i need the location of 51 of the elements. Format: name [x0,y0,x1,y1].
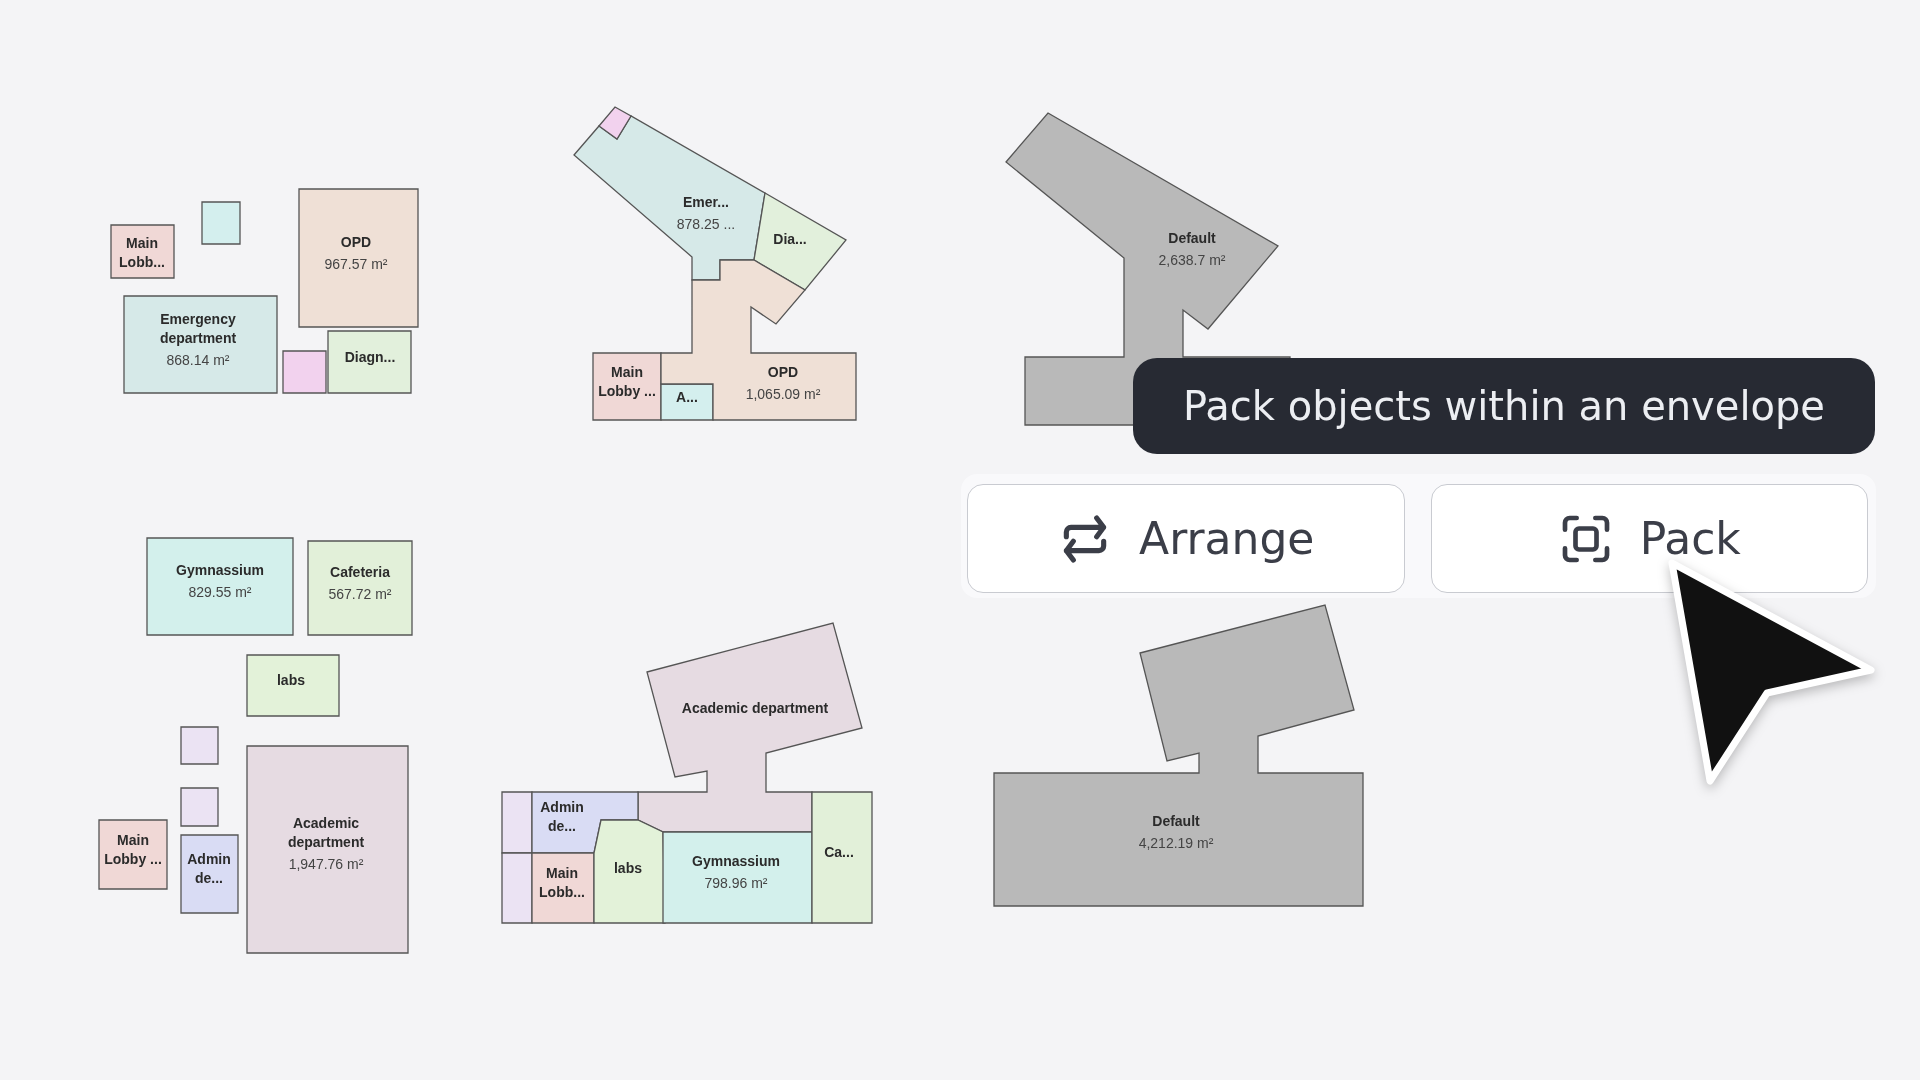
room-shape[interactable] [662,831,813,924]
room-label: labs [277,672,305,688]
room-shape[interactable] [660,383,714,421]
room-area: 798.96 m² [704,875,768,891]
room-label: Diagn... [344,349,396,365]
pack-button[interactable]: Pack [1430,484,1868,593]
room-label: Main Lobb... [539,865,585,900]
room-label: Gymnassium [176,562,264,578]
room-shape[interactable] [307,540,413,636]
room-label: OPD [767,364,799,380]
room-label: Dia... [773,231,807,247]
room-shape[interactable] [531,852,595,924]
room-shape[interactable] [146,537,294,636]
room-label: Main Lobby ... [598,364,656,399]
room-label: Main Lobby ... [104,832,162,867]
room-area: 967.57 m² [324,256,388,272]
room-area: 1,065.09 m² [745,386,821,402]
room-label: Main Lobb... [119,235,165,270]
room-shape[interactable] [592,352,662,421]
room-shape[interactable] [327,330,412,394]
room-shape[interactable] [531,791,639,854]
room-label: Cafeteria [330,564,390,580]
room-area: 4,212.19 m² [1138,835,1214,851]
room-label: A... [676,389,698,405]
arrange-button[interactable]: Arrange [967,484,1405,593]
tooltip: Pack objects within an envelope [1133,358,1875,454]
room-label: OPD [340,234,372,250]
room-shape[interactable] [123,295,278,394]
room-shape[interactable] [598,106,632,140]
room-shape[interactable] [110,224,175,279]
room-label: Academic department [287,815,365,850]
room-label: Emer... [683,194,729,210]
room-shape[interactable] [180,834,239,914]
room-label: Gymnassium [692,853,780,869]
room-shape[interactable] [98,819,168,890]
room-label: Admin de... [540,799,584,834]
room-label: Ca... [824,844,854,860]
room-label: labs [614,860,642,876]
room-label: Emergency department [159,311,237,346]
room-shape[interactable] [637,622,863,833]
room-area: 1,947.76 m² [288,856,364,872]
room-area: 2,638.7 m² [1158,252,1226,268]
room-area: 878.25 ... [676,216,736,232]
room-area: 868.14 m² [166,352,230,368]
room-shape[interactable] [753,191,847,291]
room-area: 829.55 m² [188,584,252,600]
room-label: Default [1152,813,1200,829]
room-label: Academic department [681,700,829,716]
room-area: 567.72 m² [328,586,392,602]
room-label: Admin de... [187,851,231,886]
room-label: Default [1168,230,1216,246]
